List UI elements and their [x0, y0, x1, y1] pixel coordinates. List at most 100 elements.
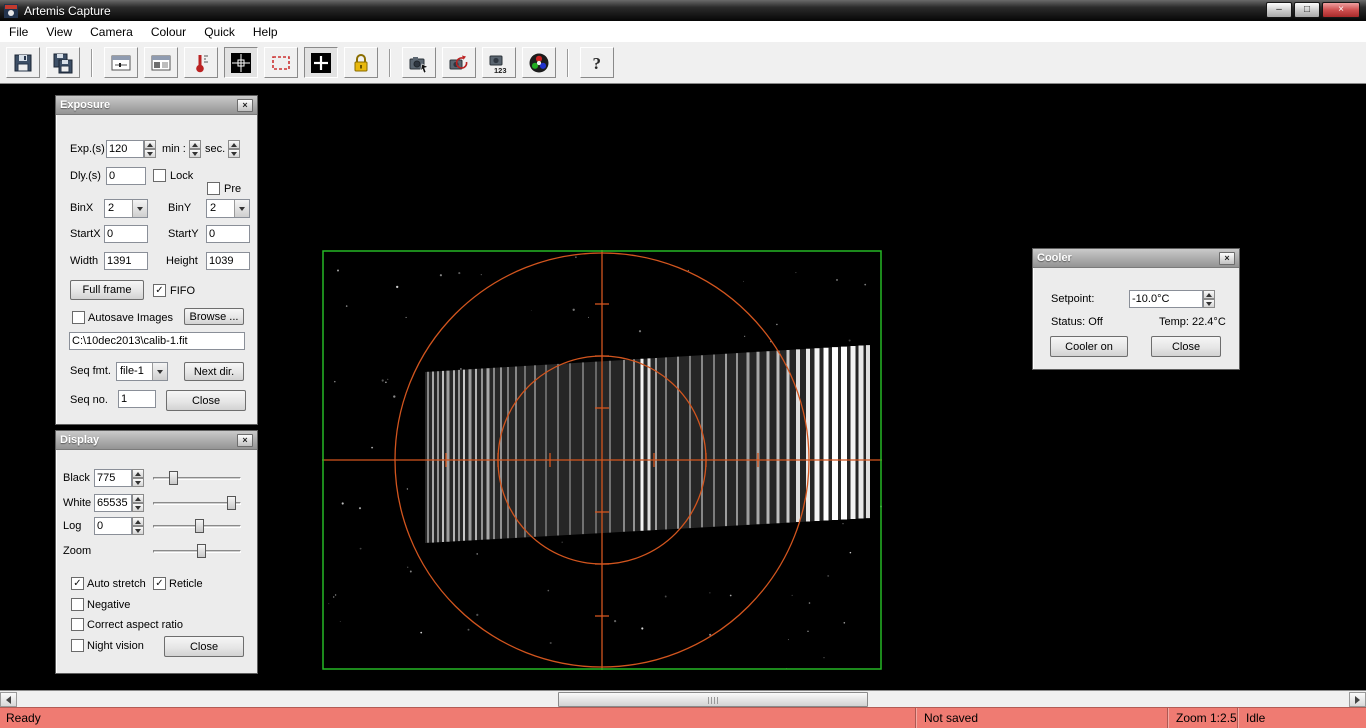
- menu-item-camera[interactable]: Camera: [81, 21, 142, 42]
- save-icon: [12, 52, 34, 74]
- horizontal-scrollbar[interactable]: [0, 690, 1366, 707]
- exposure-dialog-body: Exp.(s) min : sec. Dly.(s) Lock Pre BinX…: [56, 115, 257, 423]
- exposure-dialog-titlebar[interactable]: Exposure ×: [56, 96, 257, 115]
- capture-sequence-button[interactable]: 123: [482, 47, 516, 78]
- autosave-path-input[interactable]: [69, 332, 245, 350]
- menu-item-view[interactable]: View: [37, 21, 81, 42]
- cooler-dialog-titlebar[interactable]: Cooler ×: [1033, 249, 1239, 268]
- save-button[interactable]: [6, 47, 40, 78]
- scroll-right-button[interactable]: [1349, 692, 1366, 707]
- pre-checkbox[interactable]: [207, 182, 220, 195]
- close-icon[interactable]: ×: [237, 434, 253, 447]
- min-spinner[interactable]: [189, 140, 201, 158]
- starty-label: StartY: [168, 228, 199, 240]
- lock-button[interactable]: [344, 47, 378, 78]
- log-slider[interactable]: [153, 518, 241, 534]
- lock-checkbox[interactable]: [153, 169, 166, 182]
- subframe-button[interactable]: [264, 47, 298, 78]
- display-dialog-title: Display: [60, 434, 99, 446]
- log-spinner[interactable]: [132, 517, 144, 535]
- zoom-slider[interactable]: [153, 543, 241, 559]
- binx-select[interactable]: 2: [104, 199, 148, 218]
- log-slider-thumb[interactable]: [195, 519, 204, 533]
- minimize-button[interactable]: –: [1266, 2, 1292, 18]
- white-slider-thumb[interactable]: [227, 496, 236, 510]
- close-icon[interactable]: ×: [237, 99, 253, 112]
- save-all-button[interactable]: [46, 47, 80, 78]
- reticle-checkbox[interactable]: ✓: [153, 577, 166, 590]
- white-label: White: [63, 497, 91, 509]
- lock-icon: [350, 52, 372, 74]
- black-input[interactable]: [94, 469, 132, 487]
- menu-item-file[interactable]: File: [0, 21, 37, 42]
- exp-spinner[interactable]: [144, 140, 156, 158]
- setpoint-input[interactable]: [1129, 290, 1203, 308]
- starty-input[interactable]: [206, 225, 250, 243]
- black-slider[interactable]: [153, 470, 241, 486]
- night-vision-checkbox[interactable]: [71, 639, 84, 652]
- display-dialog-button[interactable]: [144, 47, 178, 78]
- width-input[interactable]: [104, 252, 148, 270]
- white-spinner[interactable]: [132, 494, 144, 512]
- chevron-down-icon: [132, 200, 147, 217]
- sec-spinner[interactable]: [228, 140, 240, 158]
- seq-fmt-select[interactable]: file-1: [116, 362, 168, 381]
- autosave-checkbox[interactable]: [72, 311, 85, 324]
- crosshair-toggle-button[interactable]: [224, 47, 258, 78]
- cooler-close-button[interactable]: Close: [1151, 336, 1221, 357]
- cooler-on-button[interactable]: Cooler on: [1050, 336, 1128, 357]
- colour-wheel-button[interactable]: [522, 47, 556, 78]
- black-slider-thumb[interactable]: [169, 471, 178, 485]
- capture-loop-button[interactable]: [442, 47, 476, 78]
- black-spinner[interactable]: [132, 469, 144, 487]
- next-dir-button[interactable]: Next dir.: [184, 362, 244, 381]
- display-dialog-body: Black White Log Zoom: [56, 450, 257, 672]
- full-frame-button[interactable]: Full frame: [70, 280, 144, 300]
- log-input[interactable]: [94, 517, 132, 535]
- toolbar-separator: [389, 49, 391, 77]
- statusbar: Ready Not saved Zoom 1:2.5 Idle: [0, 707, 1366, 728]
- exposure-dialog: Exposure × Exp.(s) min : sec. Dly.(s) Lo…: [55, 95, 258, 425]
- chevron-down-icon: [234, 200, 249, 217]
- dly-input[interactable]: [106, 167, 146, 185]
- maximize-button[interactable]: □: [1294, 2, 1320, 18]
- setpoint-spinner[interactable]: [1203, 290, 1215, 308]
- biny-select[interactable]: 2: [206, 199, 250, 218]
- fifo-checkbox[interactable]: ✓: [153, 284, 166, 297]
- close-button[interactable]: ×: [1322, 2, 1360, 18]
- captured-image[interactable]: [322, 250, 882, 670]
- scrollbar-thumb[interactable]: [558, 692, 868, 707]
- cooler-temp-label: Temp: 22.4°C: [1159, 316, 1226, 328]
- reticle-toggle-icon: [310, 52, 332, 74]
- window-title: Artemis Capture: [24, 4, 111, 18]
- startx-input[interactable]: [104, 225, 148, 243]
- capture-single-button[interactable]: [402, 47, 436, 78]
- white-input[interactable]: [94, 494, 132, 512]
- exposure-dialog-button[interactable]: [104, 47, 138, 78]
- auto-stretch-checkbox[interactable]: ✓: [71, 577, 84, 590]
- display-close-button[interactable]: Close: [164, 636, 244, 657]
- close-icon[interactable]: ×: [1219, 252, 1235, 265]
- zoom-slider-thumb[interactable]: [197, 544, 206, 558]
- biny-label: BinY: [168, 202, 191, 214]
- black-label: Black: [63, 472, 90, 484]
- reticle-toggle-button[interactable]: [304, 47, 338, 78]
- help-button[interactable]: ?: [580, 47, 614, 78]
- display-dialog-titlebar[interactable]: Display ×: [56, 431, 257, 450]
- menu-item-colour[interactable]: Colour: [142, 21, 195, 42]
- negative-checkbox[interactable]: [71, 598, 84, 611]
- exposure-close-button[interactable]: Close: [166, 390, 246, 411]
- titlebar[interactable]: Artemis Capture – □ ×: [0, 0, 1366, 21]
- menu-item-quick[interactable]: Quick: [195, 21, 244, 42]
- white-slider[interactable]: [153, 495, 241, 511]
- browse-button[interactable]: Browse ...: [184, 308, 244, 325]
- scroll-left-button[interactable]: [0, 692, 17, 707]
- height-input[interactable]: [206, 252, 250, 270]
- toolbar: 123?: [0, 42, 1366, 84]
- seq-no-input[interactable]: [118, 390, 156, 408]
- cooler-dialog-button[interactable]: [184, 47, 218, 78]
- correct-aspect-checkbox[interactable]: [71, 618, 84, 631]
- menu-item-help[interactable]: Help: [244, 21, 287, 42]
- height-label: Height: [166, 255, 198, 267]
- exp-input[interactable]: [106, 140, 144, 158]
